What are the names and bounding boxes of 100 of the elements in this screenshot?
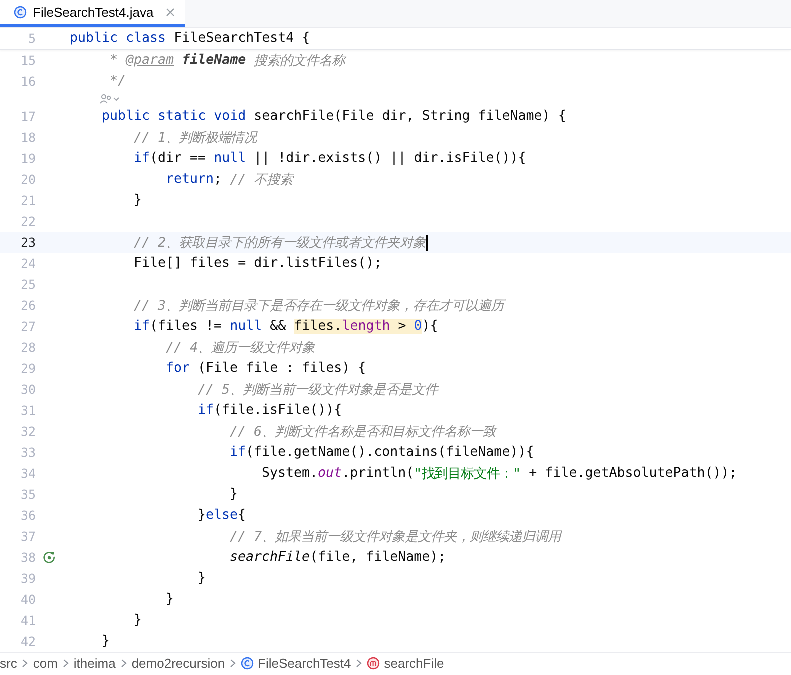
code-string: "找到目标文件：" bbox=[414, 466, 522, 482]
line-number: 34 bbox=[20, 466, 36, 481]
editor-tab[interactable]: FileSearchTest4.java bbox=[0, 0, 185, 27]
method-icon bbox=[367, 656, 380, 670]
code-keyword: for bbox=[166, 361, 190, 376]
code-keyword: public static void bbox=[102, 109, 246, 124]
line-number: 19 bbox=[20, 151, 36, 166]
code-text: (dir == bbox=[150, 151, 208, 166]
line-number: 28 bbox=[20, 340, 36, 355]
code-text: > bbox=[397, 319, 408, 334]
code-text: File[] files = dir.listFiles(); bbox=[134, 256, 382, 271]
doc-tag: @param bbox=[126, 53, 174, 68]
code-keyword: if bbox=[134, 319, 150, 334]
code-comment: */ bbox=[110, 74, 126, 89]
code-text: && bbox=[269, 319, 288, 334]
line-number: 41 bbox=[20, 613, 36, 628]
line-number: 32 bbox=[20, 424, 36, 439]
code-comment: // 5、判断当前一级文件对象是否是文件 bbox=[198, 382, 438, 398]
code-text: } bbox=[198, 508, 206, 523]
line-number: 33 bbox=[20, 445, 36, 460]
code-comment: // 2、获取目录下的所有一级文件或者文件夹对象 bbox=[134, 234, 426, 252]
code-comment: // 不搜索 bbox=[229, 172, 294, 188]
code-keyword: public class bbox=[70, 31, 166, 46]
breadcrumb-item[interactable]: demo2recursion bbox=[132, 656, 226, 670]
code-text: } bbox=[134, 193, 142, 208]
code-text: || !dir.exists() || dir.isFile()){ bbox=[253, 151, 526, 166]
close-icon[interactable] bbox=[166, 8, 175, 16]
code-text: System. bbox=[262, 466, 318, 481]
code-comment: * bbox=[110, 53, 120, 68]
code-text: (file.getName().contains(fileName)){ bbox=[246, 445, 534, 460]
code-text: } bbox=[102, 634, 110, 649]
line-number: 30 bbox=[20, 382, 36, 397]
line-number: 15 bbox=[20, 53, 36, 68]
code-text: + file.getAbsolutePath()); bbox=[528, 466, 738, 481]
code-text: } bbox=[230, 487, 238, 502]
line-number: 27 bbox=[20, 319, 36, 334]
line-number: 22 bbox=[20, 214, 36, 229]
code-text: files. bbox=[294, 319, 342, 334]
code-comment: // 7、如果当前一级文件对象是文件夹，则继续递归调用 bbox=[230, 528, 562, 546]
code-number: 0 bbox=[414, 319, 422, 334]
line-number: 40 bbox=[20, 592, 36, 607]
code-keyword: null bbox=[230, 319, 262, 334]
line-number: 39 bbox=[20, 571, 36, 586]
breadcrumb-item[interactable]: searchFile bbox=[367, 656, 444, 670]
code-comment: // 4、遍历一级文件对象 bbox=[166, 340, 316, 356]
code-text: { bbox=[238, 508, 246, 523]
line-number: 21 bbox=[20, 193, 36, 208]
line-number: 37 bbox=[20, 529, 36, 544]
line-number: 26 bbox=[20, 298, 36, 313]
chevron-icon bbox=[120, 658, 127, 668]
chevron-icon bbox=[22, 658, 28, 668]
code-comment: // 3、判断当前目录下是否存在一级文件对象，存在才可以遍历 bbox=[134, 298, 504, 314]
class-icon bbox=[241, 656, 254, 670]
line-number: 31 bbox=[20, 403, 36, 418]
chevron-icon bbox=[62, 658, 69, 668]
code-keyword: if bbox=[230, 445, 246, 460]
line-number: 38 bbox=[20, 550, 36, 565]
code-text: (File file : files) { bbox=[197, 361, 366, 376]
line-number: 17 bbox=[20, 109, 36, 124]
breadcrumb-item[interactable]: itheima bbox=[74, 656, 116, 670]
code-keyword: null bbox=[214, 151, 246, 166]
usages-icon[interactable] bbox=[100, 94, 122, 104]
code-text: (files != bbox=[150, 319, 224, 334]
line-number: 20 bbox=[20, 172, 36, 187]
code-text: } bbox=[134, 613, 142, 628]
code-text: (file.isFile()){ bbox=[214, 403, 342, 418]
code-comment: 搜索的文件名称 bbox=[253, 52, 346, 70]
code-text: ; bbox=[214, 172, 222, 187]
breadcrumb-item[interactable]: src bbox=[0, 656, 18, 670]
line-number: 29 bbox=[20, 361, 36, 376]
code-text: } bbox=[166, 592, 174, 607]
recursion-icon[interactable] bbox=[42, 551, 56, 564]
line-number: 35 bbox=[20, 487, 36, 502]
code-field: out bbox=[318, 466, 342, 481]
code-text: FileSearchTest4 { bbox=[173, 31, 310, 46]
code-field: length bbox=[342, 319, 390, 334]
code-text: } bbox=[198, 571, 206, 586]
code-keyword: if bbox=[198, 403, 214, 418]
line-number: 24 bbox=[20, 256, 36, 271]
line-number: 16 bbox=[20, 74, 36, 89]
code-comment: // 1、判断极端情况 bbox=[134, 130, 258, 146]
text-caret bbox=[426, 234, 428, 250]
code-keyword: if bbox=[134, 151, 150, 166]
line-number: 18 bbox=[20, 130, 36, 145]
code-text: searchFile(File dir, String fileName) { bbox=[253, 109, 566, 124]
chevron-icon bbox=[356, 658, 362, 668]
line-number: 42 bbox=[20, 634, 36, 649]
code-text: (file, fileName); bbox=[310, 550, 446, 565]
line-number: 23 bbox=[20, 235, 36, 250]
line-number: 5 bbox=[27, 31, 36, 46]
breadcrumb-item[interactable]: com bbox=[33, 656, 58, 670]
doc-param: fileName bbox=[181, 53, 246, 68]
code-keyword: else bbox=[206, 508, 238, 523]
class-icon bbox=[14, 6, 27, 18]
breadcrumb-item[interactable]: FileSearchTest4 bbox=[241, 656, 352, 670]
method-call: searchFile bbox=[230, 550, 310, 565]
line-number: 36 bbox=[20, 508, 36, 523]
code-text: ){ bbox=[422, 319, 438, 334]
code-comment: // 6、判断文件名称是否和目标文件名称一致 bbox=[230, 424, 496, 440]
line-number: 25 bbox=[20, 277, 36, 292]
